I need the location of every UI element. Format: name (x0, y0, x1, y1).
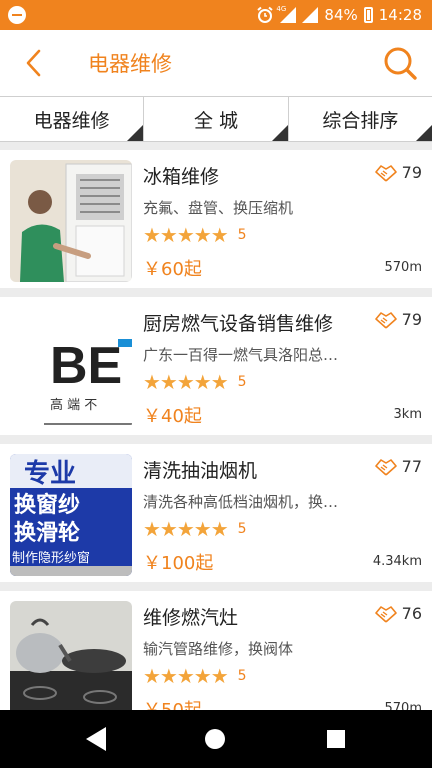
like-count[interactable]: 79 (374, 309, 422, 329)
be-logo-image: BE 高 端 不 (10, 307, 132, 429)
handshake-icon (374, 165, 397, 182)
list-item[interactable]: 冰箱维修 79 充氟、盘管、换压缩机 ★★★★★ 5 ￥60起 570m (0, 150, 432, 288)
list-item[interactable]: 维修燃汽灶 76 输汽管路维修，换阀体 ★★★★★ 5 ￥50起 570m (0, 591, 432, 729)
dropdown-triangle-icon (271, 125, 288, 141)
listing-title: 厨房燃气设备销售维修 (143, 313, 334, 335)
listing-title: 清洗抽油烟机 (143, 460, 258, 482)
dropdown-triangle-icon (127, 125, 144, 141)
be-logo-text: BE (50, 337, 122, 395)
like-count[interactable]: 79 (374, 162, 422, 182)
sign-text-4: 制作隐形纱窗 (12, 550, 90, 566)
rating-value: 5 (237, 374, 247, 390)
handshake-icon (374, 312, 397, 329)
filter-category[interactable]: 电器维修 (0, 97, 145, 141)
like-count[interactable]: 76 (374, 603, 422, 623)
listing-title: 维修燃汽灶 (143, 607, 239, 629)
star-rating: ★★★★★ 5 (143, 666, 247, 686)
listing-distance: 4.34km (372, 554, 422, 569)
signal-4g-icon: 4G (276, 5, 297, 23)
stars-icon: ★★★★★ (143, 370, 229, 394)
rating-value: 5 (237, 227, 247, 243)
star-rating: ★★★★★ 5 (143, 372, 247, 392)
star-rating: ★★★★★ 5 (143, 519, 247, 539)
stars-icon: ★★★★★ (143, 664, 229, 688)
search-icon[interactable] (382, 45, 418, 81)
system-nav-bar (0, 710, 432, 768)
handshake-icon (374, 459, 397, 476)
filter-bar: 电器维修 全 城 综合排序 (0, 96, 432, 142)
battery-percent: 84% (324, 6, 358, 24)
listing-description: 输汽管路维修，换阀体 (143, 640, 294, 658)
sign-text-3: 换滑轮 (14, 520, 80, 546)
rating-value: 5 (237, 521, 247, 537)
sign-text-1: 专业 (24, 459, 76, 489)
filter-sort[interactable]: 综合排序 (289, 97, 432, 141)
listing-description: 清洗各种高低档油烟机，换… (143, 493, 339, 511)
listing-description: 广东一百得一燃气具洛阳总… (143, 346, 339, 364)
fridge-repair-photo (10, 160, 132, 282)
nav-back-icon[interactable] (86, 727, 106, 751)
listing-title: 冰箱维修 (143, 166, 220, 188)
nav-recents-icon[interactable] (327, 730, 345, 748)
stars-icon: ★★★★★ (143, 517, 229, 541)
dropdown-triangle-icon (415, 125, 432, 141)
listing-distance: 3km (393, 407, 422, 422)
filter-area[interactable]: 全 城 (144, 97, 289, 141)
signal-icon (302, 7, 319, 23)
back-icon[interactable] (20, 48, 50, 78)
rating-value: 5 (237, 668, 247, 684)
be-logo-subtext: 高 端 不 (50, 397, 97, 413)
battery-icon (363, 7, 373, 23)
list-item[interactable]: BE 高 端 不 厨房燃气设备销售维修 79 广东一百得一燃气具洛阳总… ★★★… (0, 297, 432, 435)
like-count[interactable]: 77 (374, 456, 422, 476)
handshake-icon (374, 606, 397, 623)
listing-price: ￥100起 (143, 553, 214, 574)
status-bar: 4G 84% 14:28 (0, 0, 432, 30)
listing-price: ￥40起 (143, 406, 202, 427)
window-screen-sign-image: 专业 换窗纱 换滑轮 制作隐形纱窗 (10, 454, 132, 576)
page-title: 电器维修 (88, 52, 172, 76)
app-header: 电器维修 (0, 30, 432, 96)
listing-distance: 570m (384, 260, 422, 275)
listing-description: 充氟、盘管、换压缩机 (143, 199, 294, 217)
star-rating: ★★★★★ 5 (143, 225, 247, 245)
gas-stove-photo (10, 601, 132, 723)
nav-home-icon[interactable] (205, 729, 225, 749)
listing-price: ￥60起 (143, 259, 202, 280)
do-not-disturb-icon (8, 6, 26, 24)
stars-icon: ★★★★★ (143, 223, 229, 247)
alarm-icon (257, 6, 274, 23)
list-item[interactable]: 专业 换窗纱 换滑轮 制作隐形纱窗 清洗抽油烟机 77 清洗各种高低档油烟机，换… (0, 444, 432, 582)
clock: 14:28 (378, 6, 422, 24)
sign-text-2: 换窗纱 (14, 492, 80, 518)
